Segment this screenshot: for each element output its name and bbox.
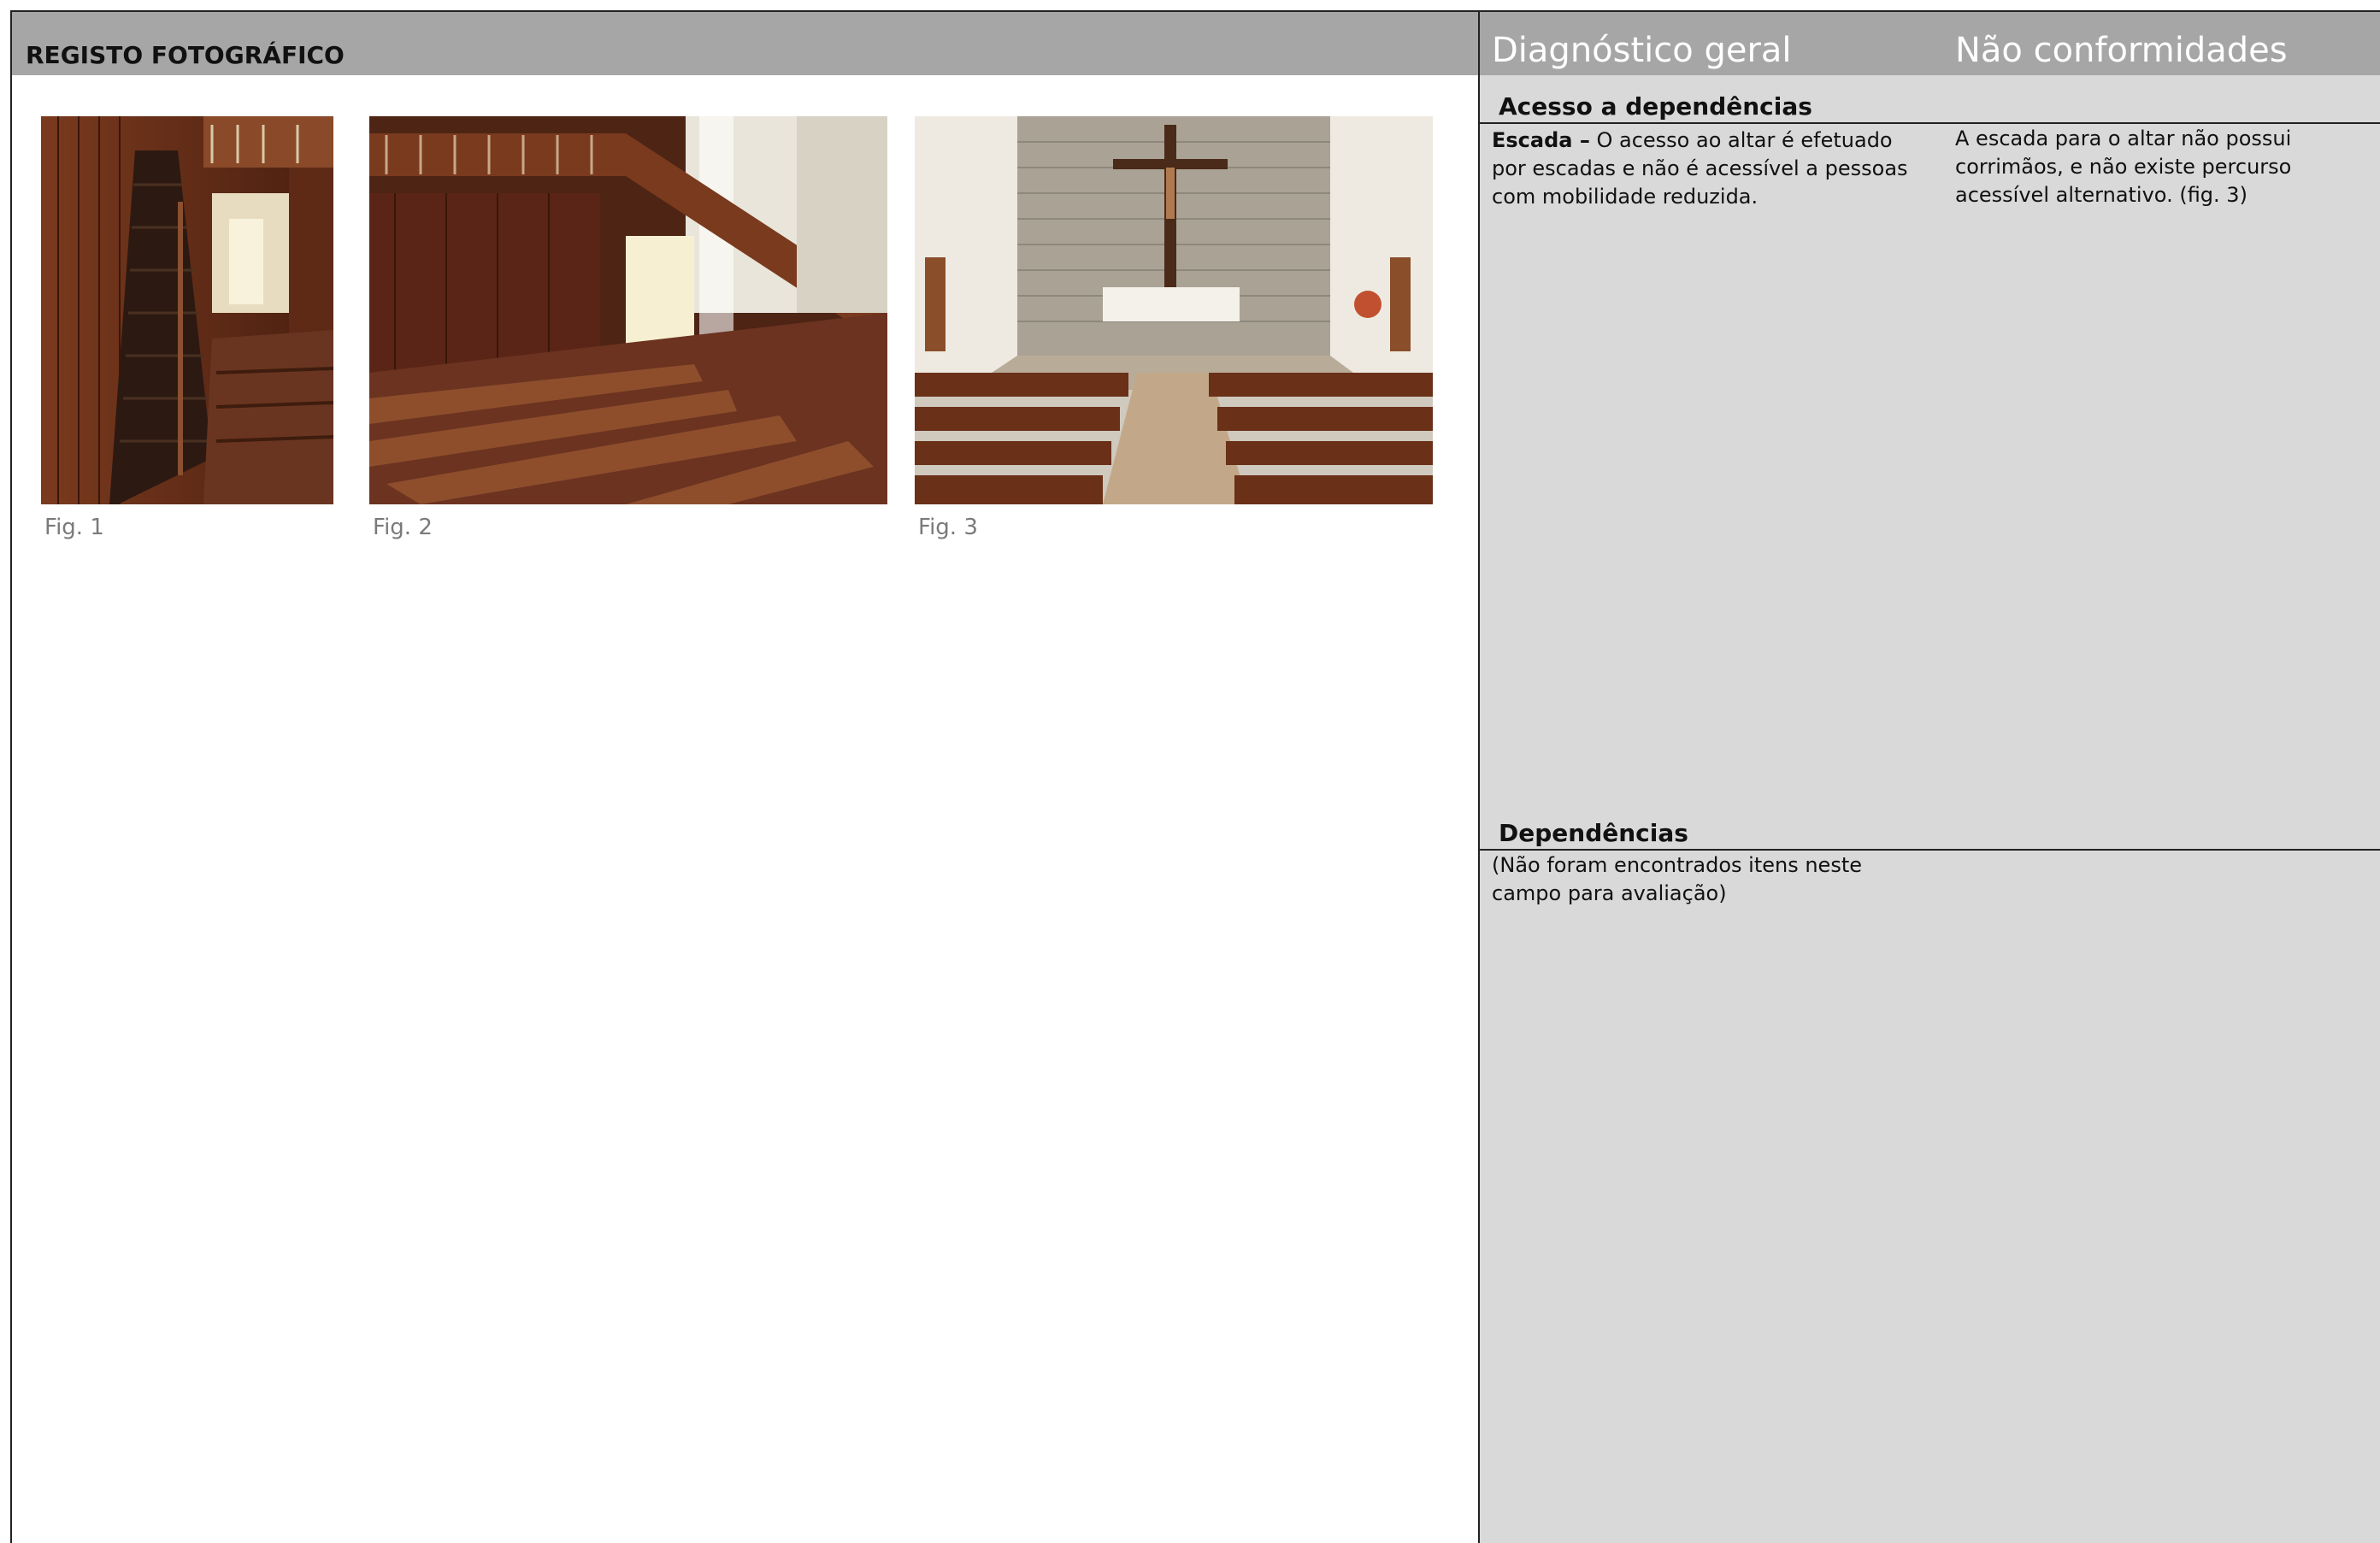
photo-record-title: REGISTO FOTOGRÁFICO [26,41,345,69]
diagnosis-item-empty: (Não foram encontrados itens neste campo… [1492,853,1862,905]
nonconformity-stairs: A escada para o altar não possui corrimã… [1955,127,2292,207]
figure-1-image [41,116,333,504]
figure-1-caption: Fig. 1 [44,515,104,540]
figure-2-caption: Fig. 2 [373,515,433,540]
photo-record-header: REGISTO FOTOGRÁFICO [10,10,1479,77]
diagnosis-header: Diagnóstico geral Não conformidades [1478,10,2380,77]
figure-2-image [369,116,887,504]
section-divider [1480,122,2380,124]
photo-record-empty-panel [10,800,1479,1543]
section-title-dependencies: Dependências [1499,819,1688,847]
section-title-access: Acesso a dependências [1499,92,1812,121]
diagnosis-item-stairs: Escada – O acesso ao altar é efetuado po… [1492,127,1919,211]
figure-3-caption: Fig. 3 [918,515,978,540]
nonconformities-heading: Não conformidades [1955,31,2288,70]
diagnosis-body: Acesso a dependências Escada – O acesso … [1478,75,2380,1543]
item-label: Escada – [1492,128,1590,152]
section-divider [1480,849,2380,851]
general-diagnosis-heading: Diagnóstico geral [1492,31,1792,70]
figure-3-image [915,116,1433,504]
